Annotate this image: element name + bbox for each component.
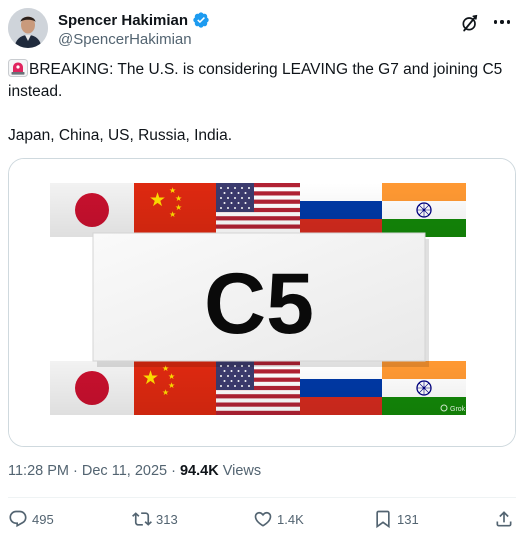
repost-count: 313 [156, 511, 178, 527]
tweet-header: Spencer Hakimian @SpencerHakimian [8, 8, 516, 52]
reply-icon [9, 510, 27, 528]
views-label: Views [218, 463, 262, 479]
like-count: 1.4K [277, 511, 304, 527]
like-button[interactable]: 1.4K [253, 506, 304, 532]
avatar-image [8, 8, 48, 48]
watermark-text: Grok [450, 406, 466, 413]
reply-button[interactable]: 495 [8, 506, 54, 532]
author-name-row: Spencer Hakimian [58, 11, 210, 29]
bookmark-count: 131 [397, 511, 419, 527]
author-name[interactable]: Spencer Hakimian [58, 12, 188, 29]
c5-title: C5 [204, 256, 314, 352]
bottom-flag-strip: ★ ★ ★ ★ ★ [50, 361, 466, 415]
rotating-light-icon [8, 59, 28, 77]
meta-separator-2: · [167, 463, 180, 479]
tweet-line-1: BREAKING: The U.S. is considering LEAVIN… [8, 61, 503, 100]
more-options-icon[interactable] [490, 12, 514, 32]
verified-badge-icon[interactable] [192, 11, 210, 29]
tweet-text: BREAKING: The U.S. is considering LEAVIN… [8, 59, 513, 147]
tweet-time[interactable]: 11:28 PM [8, 463, 69, 479]
share-icon [496, 511, 512, 527]
divider [8, 497, 516, 498]
top-flag-strip: ★ ★ ★ ★ ★ [50, 183, 466, 237]
tweet-media[interactable]: ★ ★ ★ ★ ★ [8, 158, 516, 447]
heart-icon [254, 511, 272, 527]
repost-button[interactable]: 313 [132, 506, 178, 532]
meta-separator: · [69, 463, 82, 479]
avatar[interactable] [8, 8, 48, 48]
views-count[interactable]: 94.4K [180, 463, 219, 479]
c5-flags-image: ★ ★ ★ ★ ★ [9, 159, 515, 446]
author-handle[interactable]: @SpencerHakimian [58, 31, 192, 48]
share-button[interactable] [494, 506, 514, 532]
grok-icon[interactable] [460, 13, 480, 33]
tweet-line-2: Japan, China, US, Russia, India. [8, 127, 233, 144]
repost-icon [132, 512, 152, 526]
tweet-meta: 11:28 PM · Dec 11, 2025 · 94.4K Views [8, 463, 261, 479]
c5-panel: C5 [92, 232, 429, 367]
action-bar: 495 313 1.4K 131 [8, 506, 516, 532]
bookmark-button[interactable]: 131 [373, 506, 419, 532]
reply-count: 495 [32, 511, 54, 527]
tweet-date[interactable]: Dec 11, 2025 [82, 463, 167, 479]
bookmark-icon [376, 510, 390, 529]
